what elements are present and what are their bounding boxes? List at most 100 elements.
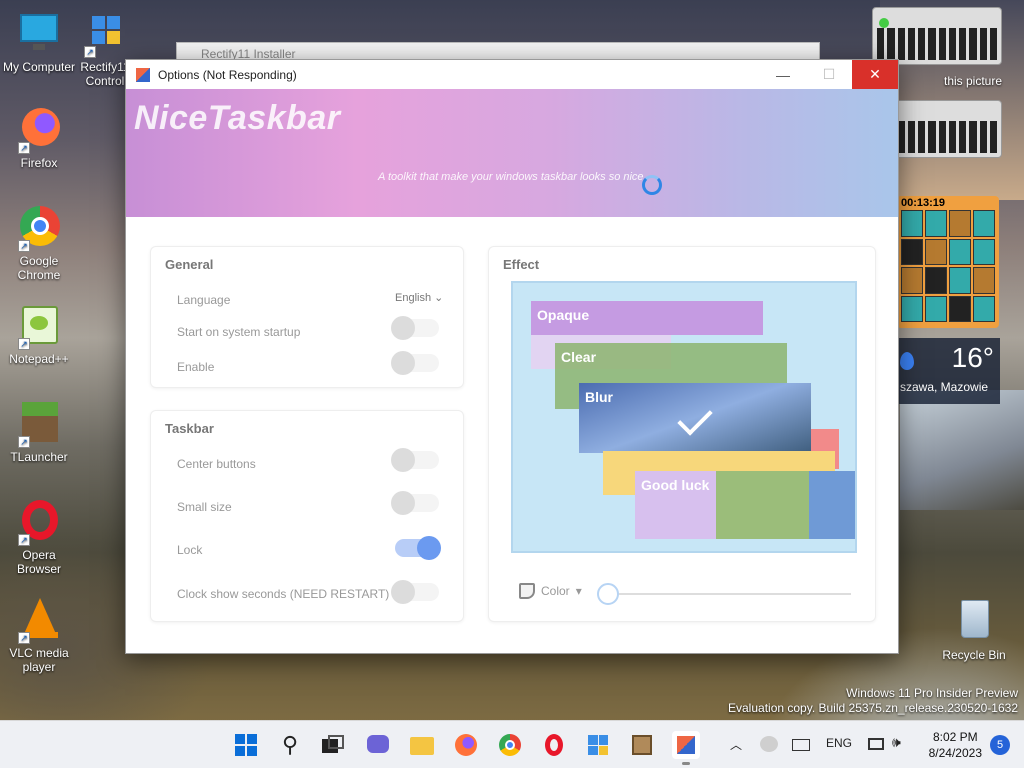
desktop-icon-notepadpp[interactable]: ↗ Notepad++ bbox=[1, 302, 77, 366]
effect-good-luck-option[interactable]: Good luck bbox=[635, 471, 855, 539]
keyboard-icon[interactable] bbox=[792, 739, 810, 751]
shortcut-arrow-icon: ↗ bbox=[18, 240, 30, 252]
installer-taskbar-icon[interactable] bbox=[628, 731, 656, 759]
toggle-knob bbox=[391, 580, 415, 604]
volume-icon[interactable]: 🕪 bbox=[892, 734, 901, 751]
chrome-taskbar-icon[interactable] bbox=[496, 731, 524, 759]
shortcut-arrow-icon: ↗ bbox=[18, 338, 30, 350]
weather-gadget[interactable]: 16° szawa, Mazowie bbox=[898, 338, 1000, 404]
vlc-cone-icon: ↗ bbox=[16, 596, 62, 644]
notification-badge[interactable]: 5 bbox=[990, 735, 1010, 755]
opera-taskbar-icon[interactable] bbox=[540, 731, 568, 759]
language-value: English bbox=[395, 292, 432, 304]
show-hidden-icons-chevron-icon[interactable]: ︿ bbox=[730, 736, 742, 753]
lock-toggle[interactable] bbox=[395, 536, 441, 560]
enable-toggle[interactable] bbox=[391, 351, 439, 375]
desktop-icon-chrome[interactable]: ↗ Google Chrome bbox=[1, 204, 77, 282]
shortcut-arrow-icon: ↗ bbox=[18, 632, 30, 644]
chrome-icon: ↗ bbox=[16, 204, 62, 252]
lock-label: Lock bbox=[177, 543, 203, 557]
center-buttons-toggle[interactable] bbox=[391, 448, 439, 472]
desktop-icon-label: My Computer bbox=[2, 60, 76, 74]
wallpaper-snow bbox=[900, 390, 1024, 510]
enable-label: Enable bbox=[177, 360, 215, 374]
firefox-icon: ↗ bbox=[16, 106, 62, 154]
taskbar-clock[interactable]: 8:02 PM 8/24/2023 bbox=[929, 729, 982, 761]
search-icon[interactable]: ⚲ bbox=[276, 731, 304, 759]
start-button[interactable] bbox=[232, 731, 260, 759]
opera-icon: ↗ bbox=[16, 498, 62, 546]
startup-label: Start on system startup bbox=[177, 325, 301, 339]
clock-seconds-toggle[interactable] bbox=[391, 580, 439, 604]
banner: NiceTaskbar A toolkit that make your win… bbox=[126, 89, 898, 217]
effect-opaque-label: Opaque bbox=[537, 307, 590, 323]
caret-down-icon: ▾ bbox=[575, 584, 582, 598]
toggle-knob bbox=[417, 536, 441, 560]
rectify-taskbar-icon[interactable] bbox=[584, 731, 612, 759]
color-picker-button[interactable]: Color ▾ bbox=[519, 583, 582, 599]
nicetaskbar-taskbar-icon[interactable] bbox=[672, 731, 700, 765]
effect-preview: Opaque Clear Blur Good luck bbox=[511, 281, 857, 553]
close-button[interactable]: ✕ bbox=[852, 60, 898, 89]
puzzle-timer: 00:13:19 bbox=[901, 197, 946, 209]
file-explorer-icon[interactable] bbox=[408, 731, 436, 759]
taskbar-heading: Taskbar bbox=[165, 421, 214, 436]
desktop-icon-firefox[interactable]: ↗ Firefox bbox=[1, 106, 77, 170]
window-title: Options (Not Responding) bbox=[158, 67, 297, 82]
desktop-icon-opera[interactable]: ↗ Opera Browser bbox=[1, 498, 77, 576]
task-view-icon[interactable] bbox=[318, 731, 346, 759]
minimize-button[interactable]: — bbox=[760, 60, 806, 89]
effect-opaque-option[interactable]: Opaque bbox=[531, 301, 763, 335]
piano-gadget[interactable] bbox=[872, 7, 1002, 65]
chat-icon[interactable] bbox=[364, 731, 392, 759]
startup-toggle[interactable] bbox=[391, 316, 439, 340]
weather-temperature: 16° bbox=[951, 342, 994, 373]
app-icon bbox=[136, 67, 150, 82]
opacity-slider[interactable] bbox=[597, 583, 851, 605]
language-select[interactable]: English ⌄ bbox=[395, 291, 443, 304]
options-window: Options (Not Responding) — ☐ ✕ NiceTaskb… bbox=[125, 59, 899, 654]
chevron-down-icon: ⌄ bbox=[434, 292, 444, 304]
taskbar: ⚲ ︿ ENG 🕪 8:02 PM 8/24/2023 5 bbox=[0, 720, 1024, 768]
effect-card: Effect Opaque Clear Blur Good luck Color… bbox=[488, 246, 876, 622]
desktop-partial-label: this picture bbox=[944, 74, 1003, 88]
windows-watermark: Windows 11 Pro Insider Preview Evaluatio… bbox=[728, 686, 1018, 716]
center-buttons-label: Center buttons bbox=[177, 457, 256, 471]
effect-heading: Effect bbox=[503, 257, 540, 272]
effect-blur-label: Blur bbox=[585, 389, 613, 405]
window-titlebar[interactable]: Options (Not Responding) — ☐ ✕ bbox=[126, 60, 898, 89]
rain-drop-icon bbox=[900, 352, 914, 370]
color-label: Color bbox=[541, 584, 570, 598]
onedrive-icon[interactable] bbox=[760, 736, 778, 752]
clock-seconds-label: Clock show seconds (NEED RESTART) bbox=[177, 587, 390, 601]
desktop-icon-my-computer[interactable]: My Computer bbox=[1, 10, 77, 74]
toggle-knob bbox=[391, 316, 415, 340]
desktop-icon-tlauncher[interactable]: ↗ TLauncher bbox=[1, 400, 77, 464]
network-icon[interactable] bbox=[868, 738, 884, 750]
shortcut-arrow-icon: ↗ bbox=[84, 46, 96, 58]
paint-bucket-icon bbox=[519, 583, 535, 599]
shortcut-arrow-icon: ↗ bbox=[18, 142, 30, 154]
firefox-taskbar-icon[interactable] bbox=[452, 731, 480, 759]
watermark-line1: Windows 11 Pro Insider Preview bbox=[846, 686, 1018, 700]
effect-good-luck-label: Good luck bbox=[641, 477, 710, 493]
maximize-button[interactable]: ☐ bbox=[806, 60, 852, 89]
desktop-icon-label: Rectify11 Control bbox=[80, 60, 130, 88]
slider-thumb[interactable] bbox=[597, 583, 619, 605]
banner-title: NiceTaskbar bbox=[134, 99, 341, 137]
desktop-icon-label: Recycle Bin bbox=[942, 648, 1006, 662]
desktop-icon-rectify11[interactable]: ↗ Rectify11 Control bbox=[78, 10, 132, 88]
shortcut-arrow-icon: ↗ bbox=[18, 534, 30, 546]
notepad-plus-plus-icon: ↗ bbox=[16, 302, 62, 350]
puzzle-gadget[interactable]: 00:13:19 bbox=[897, 196, 999, 328]
small-size-toggle[interactable] bbox=[391, 491, 439, 515]
desktop-icon-label: Firefox bbox=[20, 156, 58, 170]
small-size-label: Small size bbox=[177, 500, 232, 514]
desktop-icon-recycle-bin[interactable]: Recycle Bin bbox=[936, 598, 1012, 662]
desktop-icon-vlc[interactable]: ↗ VLC media player bbox=[1, 596, 77, 674]
power-indicator-icon bbox=[879, 18, 889, 28]
desktop-icon-label: Notepad++ bbox=[9, 352, 69, 366]
effect-clear-label: Clear bbox=[561, 349, 597, 365]
shortcut-arrow-icon: ↗ bbox=[18, 436, 30, 448]
language-indicator[interactable]: ENG bbox=[826, 736, 852, 750]
